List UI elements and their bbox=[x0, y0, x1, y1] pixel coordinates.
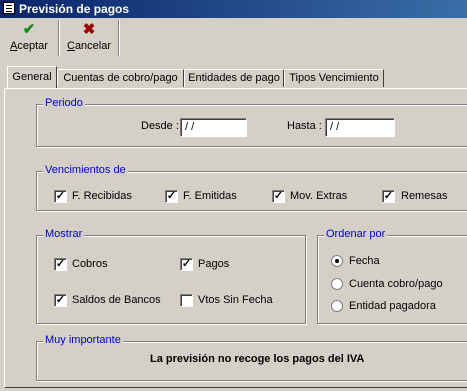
mostrar-group: Mostrar bbox=[36, 228, 306, 324]
title-bar: Previsión de pagos bbox=[0, 0, 467, 18]
radio-dot[interactable] bbox=[331, 255, 343, 267]
aceptar-button[interactable]: ✔ Aceptar bbox=[6, 20, 52, 56]
checkbox-label: Cobros bbox=[72, 258, 108, 270]
mostrar-legend: Mostrar bbox=[43, 228, 85, 240]
toolbar: ✔ Aceptar ✖ Cancelar bbox=[0, 18, 467, 58]
cross-icon: ✖ bbox=[82, 21, 96, 38]
checkbox-box[interactable]: ✓ bbox=[54, 294, 67, 307]
periodo-group: Periodo bbox=[36, 97, 467, 147]
toolbar-separator bbox=[58, 20, 60, 56]
window-menu-icon[interactable] bbox=[3, 2, 15, 14]
checkbox-box[interactable] bbox=[180, 294, 193, 307]
checkbox-label: Remesas bbox=[401, 190, 448, 202]
checkbox-label: F. Recibidas bbox=[72, 190, 132, 202]
desde-field[interactable]: / / bbox=[180, 118, 247, 137]
radio-label: Cuenta cobro/pago bbox=[349, 278, 443, 290]
desde-label: Desde : bbox=[141, 120, 179, 132]
checkbox-box[interactable]: ✓ bbox=[382, 190, 395, 203]
checkbox-label: Saldos de Bancos bbox=[72, 294, 161, 306]
periodo-legend: Periodo bbox=[43, 97, 85, 109]
importante-legend: Muy importante bbox=[43, 334, 123, 346]
tab-strip: General Cuentas de cobro/pago Entidades … bbox=[0, 66, 467, 90]
toolbar-separator bbox=[118, 20, 120, 56]
radio-dot[interactable] bbox=[331, 300, 343, 312]
radio-label: Fecha bbox=[349, 255, 380, 267]
importante-message: La previsión no recoge los pagos del IVA bbox=[150, 353, 365, 365]
radio-label: Entidad pagadora bbox=[349, 300, 436, 312]
checkbox-label: Vtos Sin Fecha bbox=[198, 294, 273, 306]
window-title: Previsión de pagos bbox=[19, 2, 130, 16]
checkbox-label: F. Emitidas bbox=[183, 190, 237, 202]
tab-entidades-pago[interactable]: Entidades de pago bbox=[184, 69, 284, 87]
tab-tipos-vencimiento[interactable]: Tipos Vencimiento bbox=[284, 69, 384, 87]
checkbox-box[interactable]: ✓ bbox=[54, 258, 67, 271]
hasta-field[interactable]: / / bbox=[325, 118, 395, 137]
aceptar-label: Aceptar bbox=[10, 40, 48, 52]
check-icon: ✔ bbox=[22, 21, 36, 38]
cancelar-button[interactable]: ✖ Cancelar bbox=[64, 20, 114, 56]
radio-dot[interactable] bbox=[331, 278, 343, 290]
cancelar-label: Cancelar bbox=[66, 40, 112, 52]
tab-general[interactable]: General bbox=[7, 66, 57, 88]
checkbox-box[interactable]: ✓ bbox=[180, 258, 193, 271]
checkbox-label: Mov. Extras bbox=[290, 190, 348, 202]
checkbox-box[interactable]: ✓ bbox=[165, 190, 178, 203]
checkbox-label: Pagos bbox=[198, 258, 230, 270]
checkbox-box[interactable]: ✓ bbox=[272, 190, 285, 203]
checkbox-box[interactable]: ✓ bbox=[54, 190, 67, 203]
hasta-label: Hasta : bbox=[287, 120, 322, 132]
vencimientos-legend: Vencimientos de bbox=[43, 164, 128, 176]
ordenar-legend: Ordenar por bbox=[324, 228, 388, 240]
tab-cuentas-cobro-pago[interactable]: Cuentas de cobro/pago bbox=[57, 69, 184, 87]
